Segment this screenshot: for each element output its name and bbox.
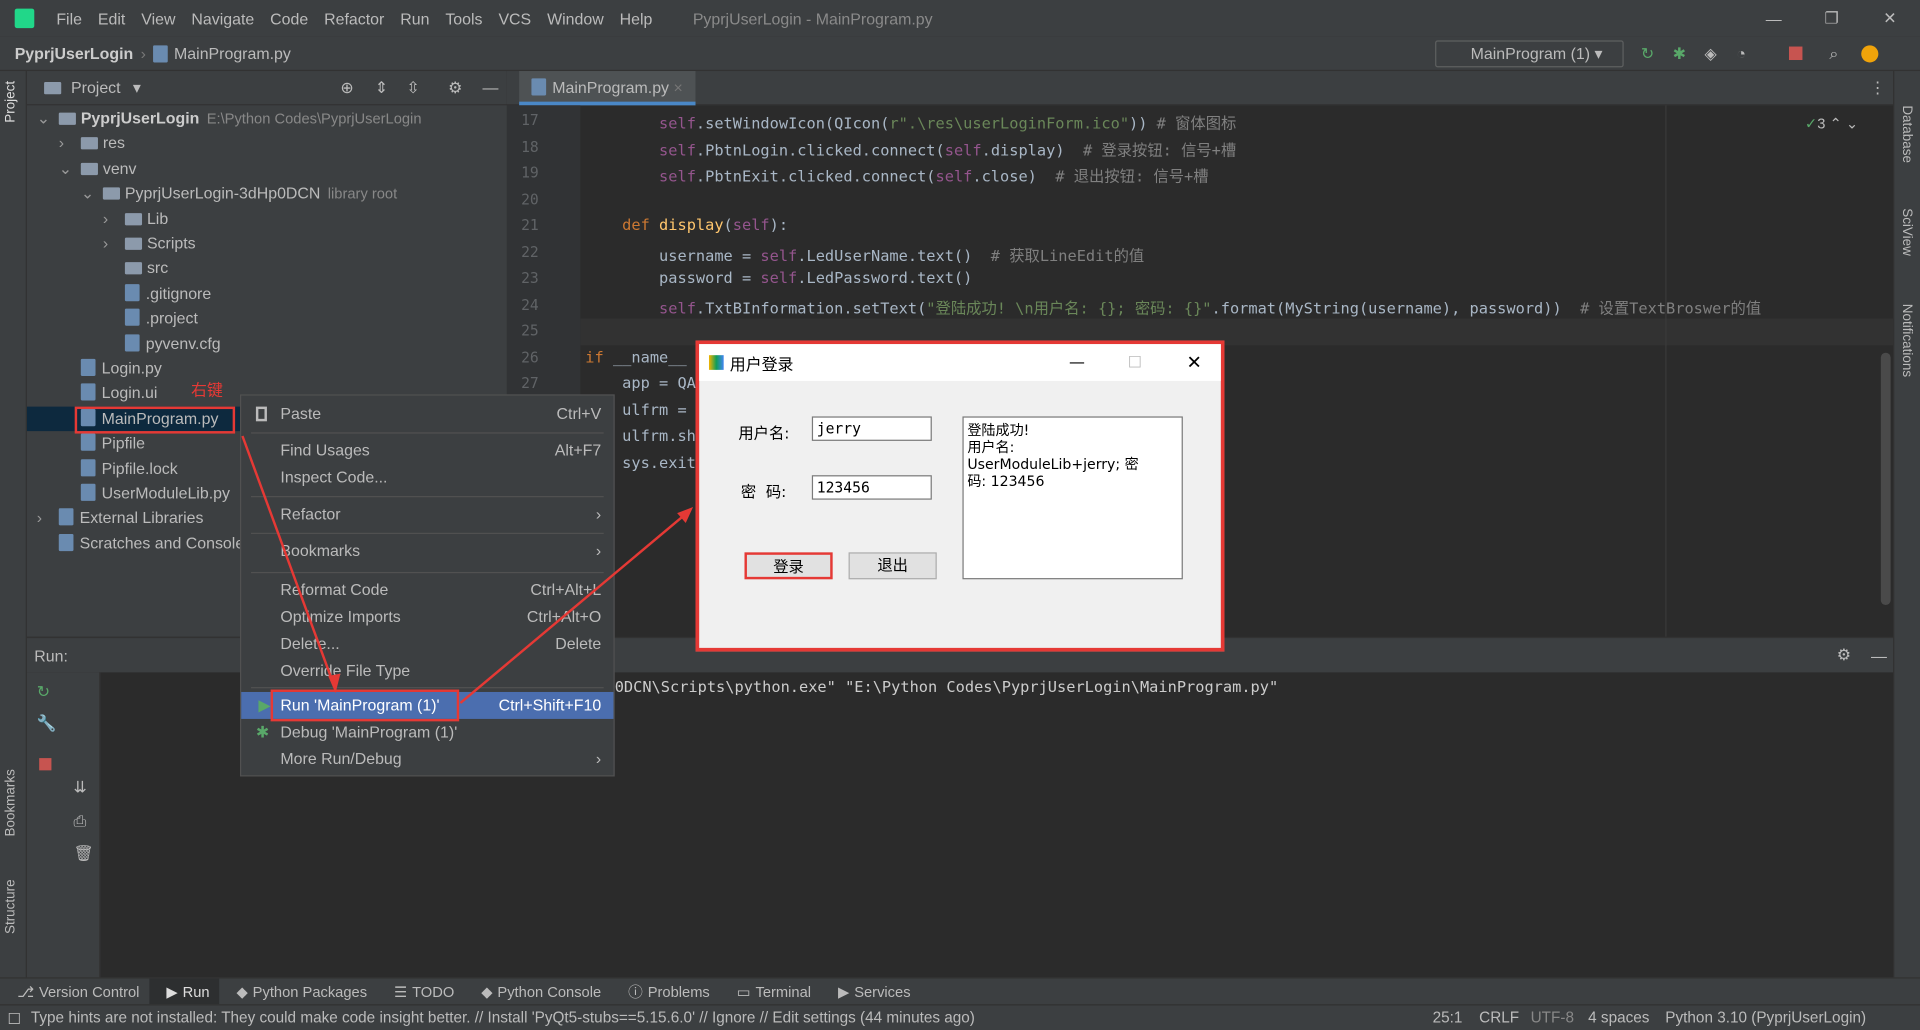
username-input[interactable]: jerry	[811, 416, 932, 441]
dialog-minimize-button[interactable]: —	[1069, 353, 1085, 371]
login-dialog: 用户登录 — ☐ ✕ 用户名: jerry 密 码: 123456 登录 退出 …	[695, 340, 1225, 652]
password-input[interactable]: 123456	[811, 475, 932, 500]
dialog-maximize-button[interactable]: ☐	[1128, 353, 1142, 371]
password-label: 密 码:	[740, 482, 787, 501]
app-icon	[708, 355, 724, 370]
username-label: 用户名:	[738, 423, 790, 443]
dialog-title: 用户登录	[729, 355, 794, 375]
dialog-titlebar: 用户登录 — ☐ ✕	[699, 344, 1221, 381]
exit-button[interactable]: 退出	[848, 552, 937, 580]
arrow-to-run	[241, 435, 337, 690]
info-textbrowser[interactable]: 登陆成功! 用户名: UserModuleLib+jerry; 密 码: 123…	[962, 416, 1183, 580]
login-button[interactable]: 登录	[744, 552, 833, 580]
arrowhead	[328, 673, 341, 694]
dialog-close-button[interactable]: ✕	[1187, 351, 1202, 373]
arrow-to-dialog	[459, 510, 689, 704]
